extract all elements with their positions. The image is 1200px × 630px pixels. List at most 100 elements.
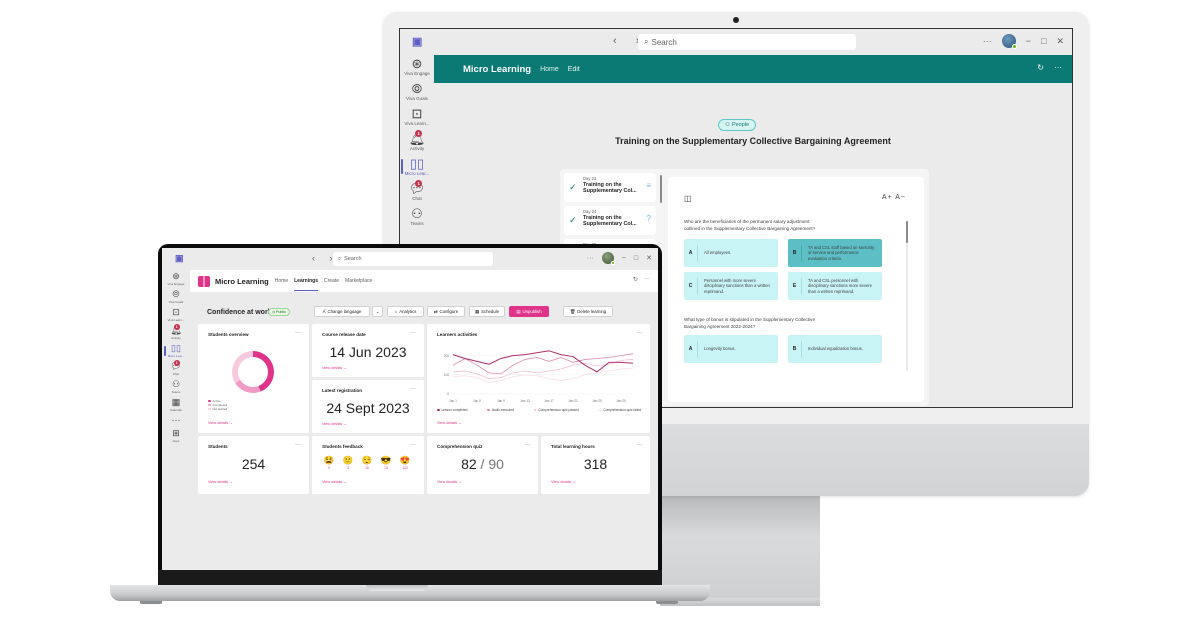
more-icon[interactable]: ···: [410, 442, 416, 448]
search-input[interactable]: ⌕ Search: [333, 252, 493, 266]
imac-titlebar: ▣ ‹ › ⌕ Search ··· − □ ✕: [400, 29, 1072, 55]
feedback-count: 16: [365, 466, 369, 470]
app-title: Micro Learning: [215, 276, 269, 286]
answer-option-b[interactable]: B Individual equalization bonus.: [788, 335, 882, 363]
rail-item-micro-lear[interactable]: ▯▯ Micro Lear...: [163, 344, 184, 358]
chart-legend: Lesson completed Audio executed Comprehens…: [437, 408, 641, 412]
card-title: Latest registration: [322, 388, 363, 393]
legend-item[interactable]: Lesson completed: [437, 408, 467, 412]
view-details-link[interactable]: View details →: [437, 480, 462, 484]
card-title: Learners activities: [437, 332, 478, 337]
answer-letter: C: [684, 278, 698, 294]
answer-option-e[interactable]: E TA and CSL personnel with disciplinary …: [788, 272, 882, 300]
day-card[interactable]: ✓ Day 24 Training on the Supplementary Col…: [564, 206, 656, 235]
configure-button[interactable]: ⇄ Configure: [427, 306, 465, 317]
more-icon[interactable]: ···: [636, 330, 642, 336]
rail-item-teams[interactable]: ⚇ Teams: [172, 380, 181, 395]
legend-item[interactable]: Comprehension quiz failed: [598, 408, 641, 412]
rail-item-calendar[interactable]: ▦ Calendar: [170, 398, 182, 413]
view-details-link[interactable]: View details →: [322, 422, 347, 426]
rail-item-apps[interactable]: ⊞ Apps: [172, 428, 180, 444]
legend-item[interactable]: Audio executed: [487, 408, 514, 412]
minimize-button[interactable]: −: [622, 255, 626, 262]
avatar[interactable]: [601, 252, 615, 265]
rail-item-chat[interactable]: 💬︎ 1 Chat: [409, 180, 425, 201]
rail-item-micro-lear[interactable]: ▯▯ Micro Lear...: [400, 157, 429, 176]
rail-item-label: Chat: [412, 196, 422, 201]
view-details-link[interactable]: View details →: [208, 480, 233, 484]
more-icon[interactable]: ···: [410, 330, 416, 336]
answer-option-c[interactable]: C Personnel with more severe disciplinary…: [684, 272, 778, 300]
rail-item-chat[interactable]: 💬︎ 1 Chat: [170, 360, 182, 376]
unpublish-label: Unpublish: [522, 309, 542, 314]
view-details-link[interactable]: View details →: [208, 421, 233, 425]
more-icon[interactable]: ···: [295, 442, 301, 448]
answer-option-a[interactable]: A Longevity bonus.: [684, 335, 778, 363]
rail-item-label: Apps: [172, 439, 180, 443]
more-icon[interactable]: ···: [1054, 63, 1062, 72]
answer-letter: B: [788, 245, 802, 261]
status-label: Public: [276, 310, 286, 314]
laptop-foot: [656, 601, 678, 604]
close-button[interactable]: ✕: [646, 254, 652, 262]
view-details-link[interactable]: View details →: [437, 421, 462, 425]
more-icon[interactable]: ···: [644, 276, 650, 283]
rail-item-viva-goals[interactable]: ⦾ Viva Goals: [406, 82, 428, 101]
tab-create[interactable]: Create: [324, 278, 339, 284]
rail-item-more[interactable]: ···: [172, 416, 181, 425]
view-details-link[interactable]: View details →: [322, 366, 347, 370]
more-icon[interactable]: ···: [524, 442, 530, 448]
rail-item-teams[interactable]: ⚇ Teams: [410, 207, 423, 226]
x-tick-label: Jan 25: [592, 399, 602, 403]
rail-item-viva-goals[interactable]: ⦾ Viva Goals: [169, 290, 183, 305]
tab-home[interactable]: Home: [275, 278, 288, 284]
rail-item-viva-learn[interactable]: ⊡ Viva Learn...: [168, 308, 185, 323]
laptop-device: ▣ ‹ › ⌕ Search ··· − □ ✕ ⊛ Viva Engage ⦾ Vi…: [158, 244, 662, 586]
close-button[interactable]: ✕: [1056, 36, 1064, 47]
schedule-button[interactable]: ▦ Schedule: [469, 306, 505, 317]
analytics-button[interactable]: ⌂ Analytics: [387, 306, 424, 317]
imac-stand: [660, 496, 820, 598]
unpublish-icon: ▤: [516, 308, 521, 314]
laptop-foot: [140, 601, 162, 604]
delete-learning-button[interactable]: 🗑︎ Delete learning: [563, 306, 613, 317]
rail-item-activity[interactable]: 🔔︎ 1 Activity: [409, 130, 425, 151]
more-options-icon[interactable]: ···: [587, 255, 594, 262]
avatar[interactable]: [1001, 34, 1017, 49]
content-scrollbar[interactable]: [906, 221, 908, 371]
language-dropdown-button[interactable]: ⌄: [372, 306, 383, 317]
maximize-button[interactable]: □: [1041, 36, 1046, 46]
more-options-icon[interactable]: ···: [983, 36, 992, 46]
tab-home[interactable]: Home: [540, 66, 559, 73]
answer-option-a[interactable]: A All employees.: [684, 239, 778, 267]
legend-swatch: [437, 408, 440, 412]
answer-option-b[interactable]: B TA and CSL staff based on seniority of …: [788, 239, 882, 267]
rail-item-viva-learn[interactable]: ⊡ Viva Learn...: [404, 107, 429, 126]
maximize-button[interactable]: □: [634, 255, 638, 262]
tab-marketplace[interactable]: Marketplace: [345, 278, 372, 284]
refresh-icon[interactable]: ↻: [633, 276, 638, 283]
more-icon[interactable]: ···: [295, 330, 301, 336]
search-input[interactable]: ⌕ Search: [638, 34, 856, 50]
view-details-link[interactable]: View details →: [322, 480, 347, 484]
day-list-scrollbar[interactable]: [660, 175, 662, 203]
more-icon[interactable]: ···: [410, 386, 416, 392]
question-text: Who are the beneficiaries of the permane…: [684, 219, 816, 231]
unpublish-button[interactable]: ▤ Unpublish: [509, 306, 549, 317]
comprehension-quiz-card: Comprehension quiz ··· 82 / 90 View deta…: [427, 436, 538, 494]
rail-item-viva-engage[interactable]: ⊛ Viva Engage: [404, 57, 429, 76]
tab-edit[interactable]: Edit: [568, 66, 580, 73]
apps-icon: ⊞: [172, 428, 180, 438]
change-language-button[interactable]: A͡ Change language: [314, 306, 370, 317]
minimize-button[interactable]: −: [1026, 36, 1031, 46]
day-card[interactable]: ✓ Day 23 Training on the Supplementary Col…: [564, 173, 656, 202]
rail-item-activity[interactable]: 🔔︎ 1 Activity: [170, 324, 182, 340]
refresh-icon[interactable]: ↻: [1037, 63, 1044, 72]
rail-item-viva-engage[interactable]: ⊛ Viva Engage: [168, 272, 185, 287]
sidebar-toggle-icon[interactable]: ◫: [684, 194, 692, 203]
more-icon[interactable]: ···: [636, 442, 642, 448]
font-size-icon[interactable]: A+ A−: [882, 194, 906, 201]
legend-item[interactable]: Comprehension quiz passed: [533, 408, 579, 412]
view-details-link[interactable]: View details →: [551, 480, 576, 484]
tab-learnings[interactable]: Learnings: [294, 278, 318, 291]
